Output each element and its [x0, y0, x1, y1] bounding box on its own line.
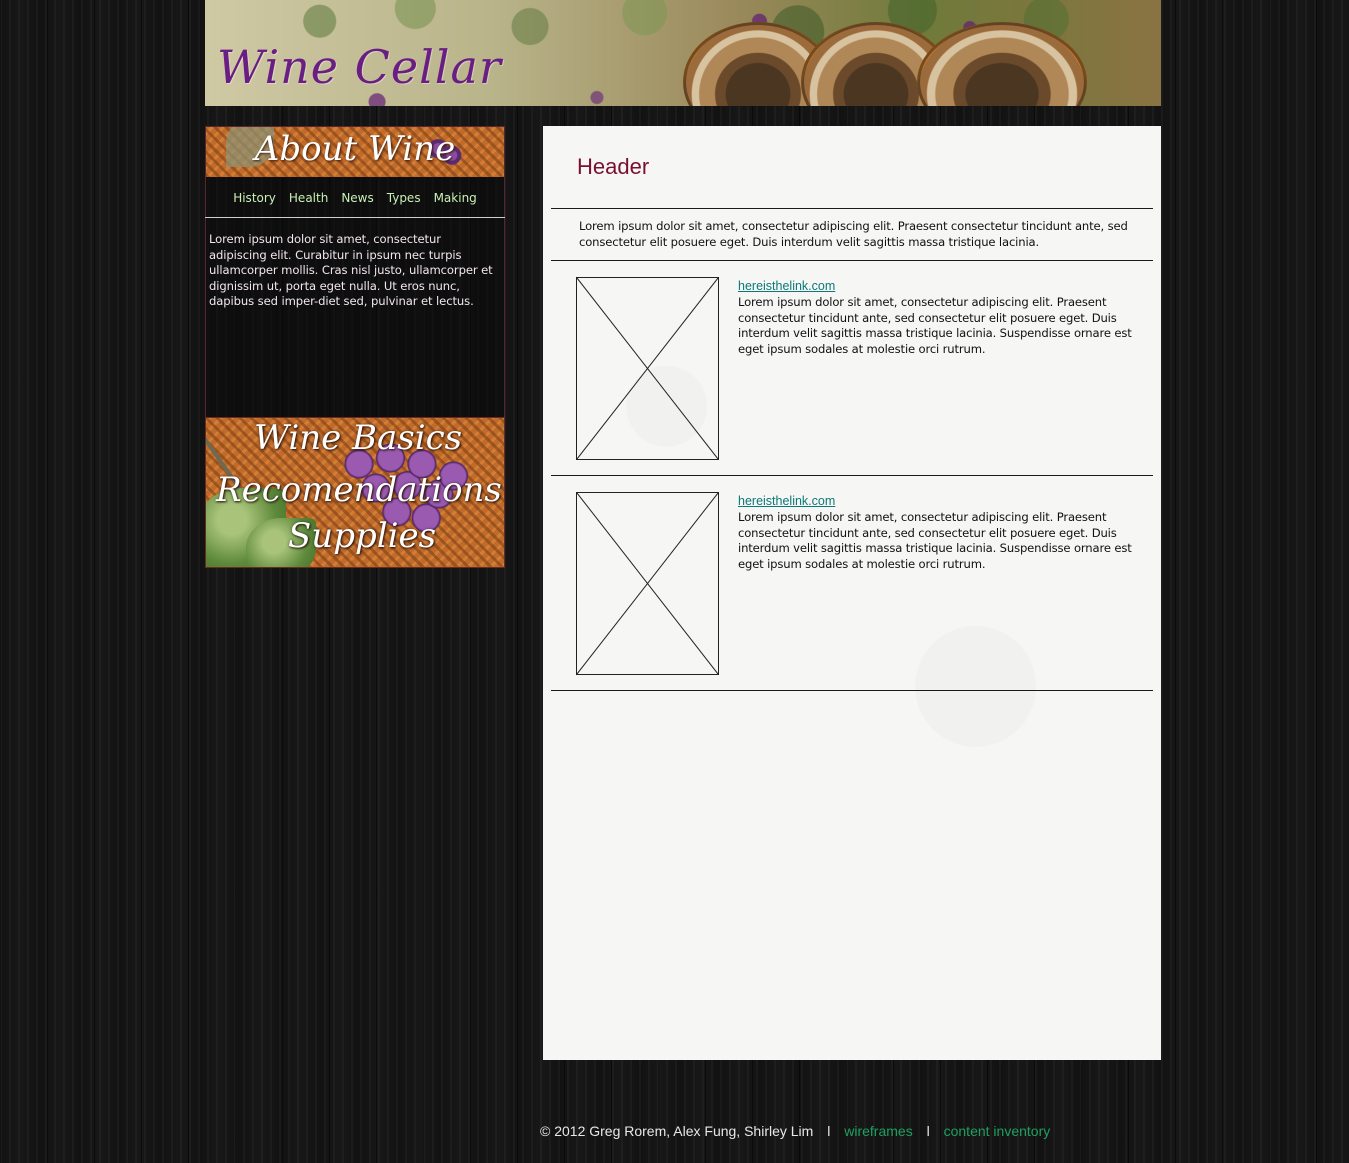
footer-separator: l: [926, 1123, 930, 1139]
copyright-text: © 2012 Greg Rorem, Alex Fung, Shirley Li…: [540, 1123, 814, 1139]
footer-link-wireframes[interactable]: wireframes: [844, 1123, 912, 1139]
content-header: Header: [577, 154, 650, 179]
image-placeholder: [576, 492, 719, 675]
footer: © 2012 Greg Rorem, Alex Fung, Shirley Li…: [540, 1123, 1050, 1139]
divider: [551, 260, 1153, 261]
about-wine-panel: About Wine History Health News Types Mak…: [205, 126, 505, 417]
sidebar-links-panel: Wine Basics Recomendations Supplies: [205, 417, 505, 568]
article-item: hereisthelink.com Lorem ipsum dolor sit …: [576, 277, 1136, 460]
nav-news[interactable]: News: [341, 191, 373, 217]
main-content: Header Lorem ipsum dolor sit amet, conse…: [543, 126, 1161, 1060]
article-text: Lorem ipsum dolor sit amet, consectetur …: [738, 510, 1132, 571]
about-wine-title: About Wine: [254, 129, 456, 169]
image-placeholder: [576, 277, 719, 460]
footer-separator: l: [827, 1123, 831, 1139]
article-text: Lorem ipsum dolor sit amet, consectetur …: [738, 295, 1132, 356]
divider: [551, 475, 1153, 476]
article-link[interactable]: hereisthelink.com: [738, 494, 835, 508]
placeholder-cross-icon: [577, 278, 718, 459]
intro-text: Lorem ipsum dolor sit amet, consectetur …: [579, 219, 1128, 249]
site-banner: Wine Cellar: [205, 0, 1161, 106]
article-item: hereisthelink.com Lorem ipsum dolor sit …: [576, 492, 1136, 675]
about-wine-nav: History Health News Types Making: [205, 177, 505, 218]
about-wine-header: About Wine: [206, 127, 504, 177]
footer-link-content-inventory[interactable]: content inventory: [944, 1123, 1051, 1139]
link-recomendations[interactable]: Recomendations: [216, 470, 502, 510]
divider: [551, 690, 1153, 691]
link-supplies[interactable]: Supplies: [288, 516, 436, 556]
link-wine-basics[interactable]: Wine Basics: [254, 418, 462, 458]
nav-history[interactable]: History: [233, 191, 276, 217]
site-title[interactable]: Wine Cellar: [217, 40, 502, 94]
nav-health[interactable]: Health: [289, 191, 328, 217]
nav-making[interactable]: Making: [434, 191, 477, 217]
placeholder-cross-icon: [577, 493, 718, 674]
divider: [551, 208, 1153, 209]
article-link[interactable]: hereisthelink.com: [738, 279, 835, 293]
about-wine-text: Lorem ipsum dolor sit amet, consectetur …: [209, 232, 493, 309]
nav-types[interactable]: Types: [387, 191, 421, 217]
